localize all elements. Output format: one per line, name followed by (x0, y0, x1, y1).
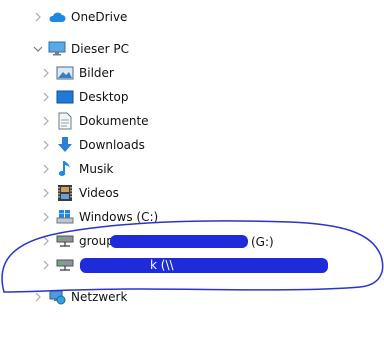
nav-item-desktop[interactable]: Desktop (40, 86, 129, 108)
redaction-scribble (80, 258, 328, 273)
chevron-right-icon[interactable] (40, 187, 52, 199)
nav-item-netzwerk[interactable]: Netzwerk (32, 286, 127, 308)
nav-item-onedrive[interactable]: OneDrive (32, 6, 127, 28)
windows-drive-icon (56, 208, 74, 226)
nav-item-label-start: group (79, 234, 114, 248)
nav-item-label: OneDrive (71, 10, 128, 24)
chevron-right-icon[interactable] (40, 211, 52, 223)
network-drive-icon (56, 232, 74, 250)
navigation-pane: OneDrive Dieser PC Bilder Desktop Dokume… (0, 0, 384, 355)
nav-item-musik[interactable]: Musik (40, 158, 114, 180)
nav-item-windows-c[interactable]: Windows (C:) (40, 206, 158, 228)
document-icon (56, 112, 74, 130)
drive-letter-label: (G:) (251, 235, 274, 249)
monitor-icon (48, 40, 66, 58)
nav-item-label: Windows (C:) (79, 210, 159, 224)
redaction-scribble (110, 235, 248, 248)
nav-item-network-drive-g[interactable]: group (40, 230, 114, 252)
download-arrow-icon (56, 136, 74, 154)
nav-item-network-drive-2[interactable] (40, 254, 74, 276)
nav-item-label: Bilder (79, 66, 114, 80)
nav-item-label: Desktop (79, 90, 129, 104)
nav-item-label: Dieser PC (71, 42, 129, 56)
nav-item-dokumente[interactable]: Dokumente (40, 110, 149, 132)
chevron-right-icon[interactable] (40, 67, 52, 79)
nav-item-bilder[interactable]: Bilder (40, 62, 114, 84)
chevron-right-icon[interactable] (32, 11, 44, 23)
music-note-icon (56, 160, 74, 178)
chevron-right-icon[interactable] (40, 163, 52, 175)
network-drive-icon (56, 256, 74, 274)
film-icon (56, 184, 74, 202)
chevron-right-icon[interactable] (40, 139, 52, 151)
cloud-icon (48, 8, 66, 26)
nav-item-label: Netzwerk (71, 290, 128, 304)
drive-label-fragment: k (\\ (150, 258, 174, 272)
chevron-right-icon[interactable] (32, 291, 44, 303)
chevron-right-icon[interactable] (40, 91, 52, 103)
nav-item-label: Downloads (79, 138, 145, 152)
desktop-icon (56, 88, 74, 106)
nav-item-label: Musik (79, 162, 114, 176)
chevron-right-icon[interactable] (40, 235, 52, 247)
nav-item-label: Videos (79, 186, 119, 200)
network-icon (48, 288, 66, 306)
nav-item-label: Dokumente (79, 114, 149, 128)
chevron-right-icon[interactable] (40, 115, 52, 127)
nav-item-videos[interactable]: Videos (40, 182, 119, 204)
pictures-icon (56, 64, 74, 82)
chevron-down-icon[interactable] (32, 43, 44, 55)
nav-item-this-pc[interactable]: Dieser PC (32, 38, 129, 60)
nav-item-downloads[interactable]: Downloads (40, 134, 145, 156)
chevron-right-icon[interactable] (40, 259, 52, 271)
